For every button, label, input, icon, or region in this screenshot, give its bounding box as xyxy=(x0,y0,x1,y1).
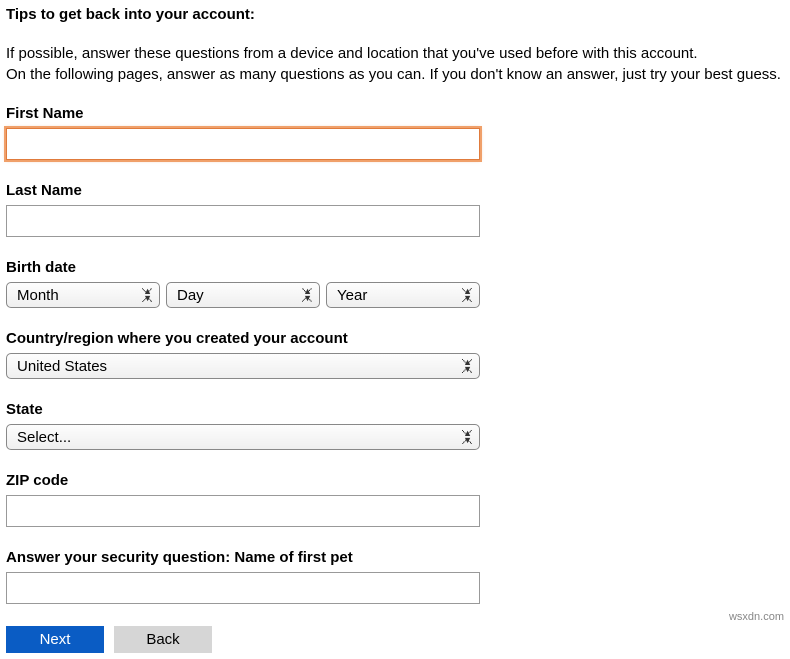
watermark-text: wsxdn.com xyxy=(729,611,784,623)
last-name-input[interactable] xyxy=(6,205,480,237)
state-select[interactable]: Select... xyxy=(6,424,480,450)
security-question-label: Answer your security question: Name of f… xyxy=(6,549,784,566)
birth-month-select[interactable]: Month xyxy=(6,282,160,308)
birth-year-select[interactable]: Year xyxy=(326,282,480,308)
state-label: State xyxy=(6,401,784,418)
zip-input[interactable] xyxy=(6,495,480,527)
tips-line-1: If possible, answer these questions from… xyxy=(6,43,784,64)
tips-line-2: On the following pages, answer as many q… xyxy=(6,64,784,85)
birth-date-label: Birth date xyxy=(6,259,784,276)
tips-text: If possible, answer these questions from… xyxy=(6,43,784,85)
zip-label: ZIP code xyxy=(6,472,784,489)
page-heading: Tips to get back into your account: xyxy=(6,6,784,23)
first-name-input[interactable] xyxy=(6,128,480,160)
birth-day-select[interactable]: Day xyxy=(166,282,320,308)
first-name-label: First Name xyxy=(6,105,784,122)
security-answer-input[interactable] xyxy=(6,572,480,604)
next-button[interactable]: Next xyxy=(6,626,104,653)
country-select[interactable]: United States xyxy=(6,353,480,379)
last-name-label: Last Name xyxy=(6,182,784,199)
country-label: Country/region where you created your ac… xyxy=(6,330,784,347)
back-button[interactable]: Back xyxy=(114,626,212,653)
